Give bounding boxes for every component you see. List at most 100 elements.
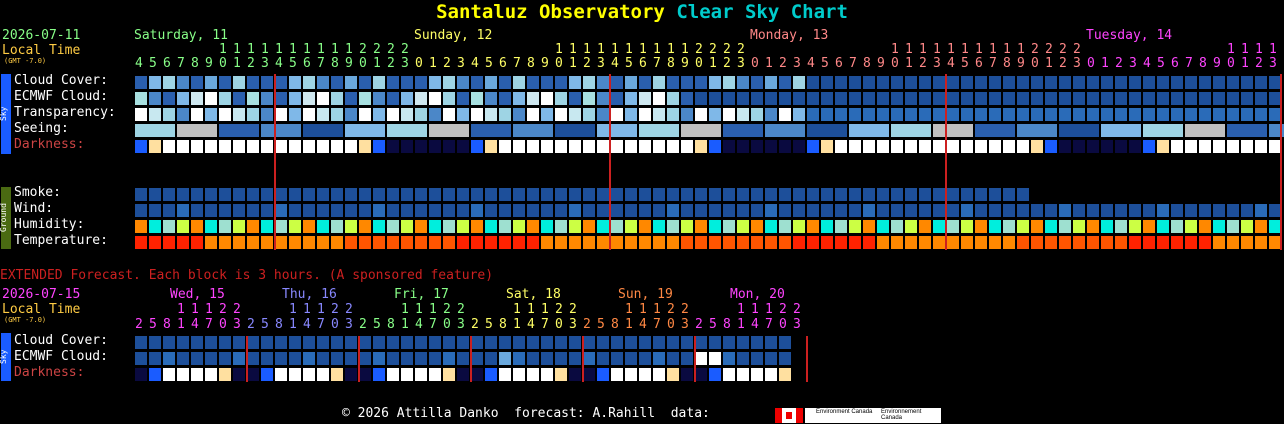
ext-ecmwf-cloud-block [219, 352, 231, 365]
humidity-block [877, 220, 889, 233]
transparency-block [1031, 108, 1043, 121]
ecmwf-cloud-block [149, 92, 161, 105]
transparency-block [1143, 108, 1155, 121]
wind-block [219, 204, 231, 217]
cloud-cover-block [1241, 76, 1253, 89]
temperature-block [443, 236, 455, 249]
wind-block [373, 204, 385, 217]
hour-units-digit: 7 [653, 56, 661, 71]
humidity-block [345, 220, 357, 233]
ext-hour-tens-digit: 1 [429, 302, 437, 317]
transparency-block [765, 108, 777, 121]
transparency-block [807, 108, 819, 121]
ecmwf-cloud-block [443, 92, 455, 105]
humidity-block [499, 220, 511, 233]
ext-ecmwf-cloud-block [359, 352, 371, 365]
ext-hour-units-digit: 2 [247, 317, 255, 332]
smoke-block [401, 188, 413, 201]
humidity-block [275, 220, 287, 233]
humidity-block [1115, 220, 1127, 233]
ecmwf-cloud-block [583, 92, 595, 105]
ecmwf-cloud-block [891, 92, 903, 105]
hour-units-digit: 3 [401, 56, 409, 71]
temperature-block [499, 236, 511, 249]
seeing-block [1017, 124, 1057, 137]
darkness-block [695, 140, 707, 153]
cloud-cover-block [261, 76, 273, 89]
ecmwf-cloud-block [331, 92, 343, 105]
wind-block [1227, 204, 1239, 217]
transparency-block [289, 108, 301, 121]
darkness-block [975, 140, 987, 153]
hour-units-digit: 2 [247, 56, 255, 71]
transparency-block [835, 108, 847, 121]
seeing-block [177, 124, 217, 137]
ext-cloud-cover-block [471, 336, 483, 349]
transparency-block [149, 108, 161, 121]
darkness-block [163, 140, 175, 153]
temperature-block [541, 236, 553, 249]
temperature-block [1143, 236, 1155, 249]
temperature-block [1171, 236, 1183, 249]
wind-block [611, 204, 623, 217]
transparency-block [1185, 108, 1197, 121]
humidity-block [1241, 220, 1253, 233]
humidity-block [135, 220, 147, 233]
wind-block [835, 204, 847, 217]
humidity-block [681, 220, 693, 233]
humidity-block [779, 220, 791, 233]
humidity-block [625, 220, 637, 233]
main-gmt: (GMT -7.0) [4, 57, 47, 65]
wind-block [1003, 204, 1015, 217]
ext-hour-units-digit: 3 [233, 317, 241, 332]
hour-units-digit: 5 [821, 56, 829, 71]
ext-ecmwf-cloud-block [569, 352, 581, 365]
cloud-cover-block [625, 76, 637, 89]
cloud-cover-block [1185, 76, 1197, 89]
ext-darkness-block [765, 368, 777, 381]
ext-cloud-cover-block [569, 336, 581, 349]
humidity-block [191, 220, 203, 233]
smoke-block [695, 188, 707, 201]
darkness-block [849, 140, 861, 153]
ext-date: 2026-07-15 [2, 287, 81, 302]
seeing-block [471, 124, 511, 137]
hour-units-digit: 6 [835, 56, 843, 71]
temperature-block [737, 236, 749, 249]
transparency-block [639, 108, 651, 121]
wind-block [1073, 204, 1085, 217]
darkness-block [765, 140, 777, 153]
temperature-block [569, 236, 581, 249]
ext-ecmwf-cloud-block [709, 352, 721, 365]
temperature-block [303, 236, 315, 249]
ext-hour-tens-digit: 1 [191, 302, 199, 317]
temperature-block [905, 236, 917, 249]
day-separator-line [609, 74, 611, 250]
ext-day-separator-line [582, 336, 584, 382]
transparency-block [191, 108, 203, 121]
smoke-block [1017, 188, 1029, 201]
cloud-cover-block [1115, 76, 1127, 89]
smoke-block [583, 188, 595, 201]
seeing-block [345, 124, 385, 137]
hour-units-digit: 8 [1003, 56, 1011, 71]
ext-hour-units-digit: 4 [639, 317, 647, 332]
temperature-block [135, 236, 147, 249]
smoke-block [233, 188, 245, 201]
darkness-block [303, 140, 315, 153]
ext-hour-units-digit: 3 [793, 317, 801, 332]
ext-cloud-cover-block [331, 336, 343, 349]
seeing-block [387, 124, 427, 137]
ecmwf-cloud-block [513, 92, 525, 105]
ext-cloud-cover-block [695, 336, 707, 349]
cloud-cover-block [387, 76, 399, 89]
hour-units-digit: 8 [331, 56, 339, 71]
smoke-block [793, 188, 805, 201]
transparency-block [961, 108, 973, 121]
day-separator-line [1280, 74, 1282, 250]
cloud-cover-block [919, 76, 931, 89]
transparency-block [513, 108, 525, 121]
smoke-block [205, 188, 217, 201]
ecmwf-cloud-block [849, 92, 861, 105]
hour-units-digit: 1 [709, 56, 717, 71]
